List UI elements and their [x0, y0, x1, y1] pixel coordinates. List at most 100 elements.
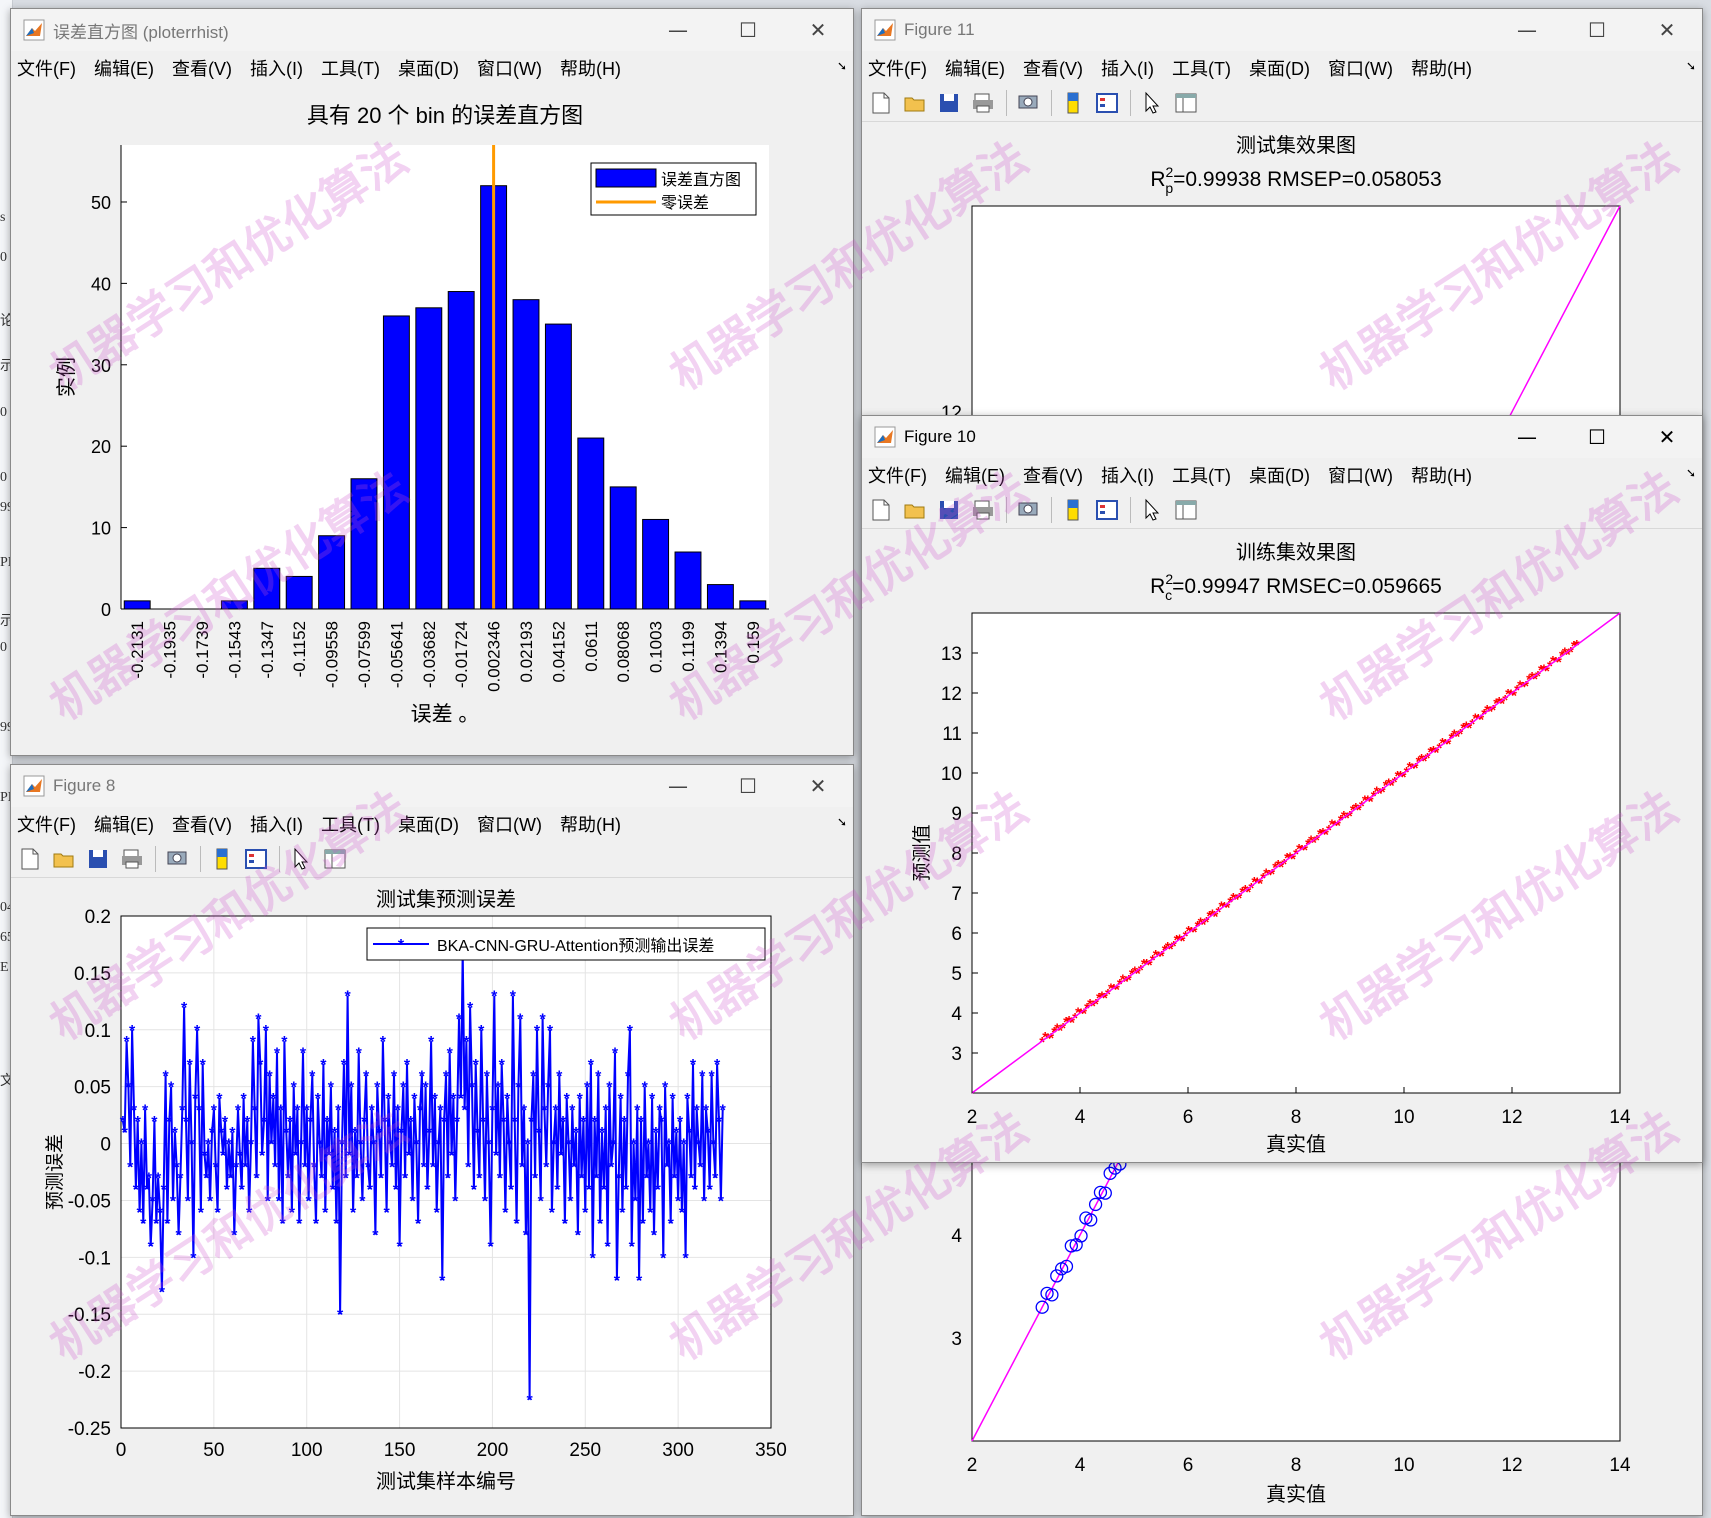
menu-item-7[interactable]: 帮助(H)	[1411, 462, 1472, 488]
menu-item-2[interactable]: 查看(V)	[172, 811, 232, 837]
colorbar-icon[interactable]	[1060, 90, 1086, 116]
x-tick-label: 10	[1393, 1455, 1414, 1476]
menu-item-0[interactable]: 文件(F)	[868, 462, 927, 488]
pointer-icon[interactable]	[1139, 497, 1165, 523]
menu-item-5[interactable]: 桌面(D)	[398, 55, 459, 81]
menu-item-6[interactable]: 窗口(W)	[1328, 55, 1393, 81]
menu-item-3[interactable]: 插入(I)	[250, 811, 303, 837]
menu-item-1[interactable]: 编辑(E)	[945, 55, 1005, 81]
x-tick-label: -0.1739	[193, 621, 212, 679]
menu-item-2[interactable]: 查看(V)	[172, 55, 232, 81]
menu-item-0[interactable]: 文件(F)	[17, 811, 76, 837]
title-bar[interactable]: Figure 8 — ☐ ✕	[11, 765, 853, 807]
minimize-button[interactable]: —	[1492, 9, 1562, 51]
menu-overflow-icon[interactable]: ➘	[1686, 466, 1696, 480]
legend-icon[interactable]	[243, 846, 269, 872]
menu-item-5[interactable]: 桌面(D)	[1249, 55, 1310, 81]
error-point: *	[250, 1034, 257, 1051]
minimize-button[interactable]: —	[1492, 416, 1562, 458]
error-histogram-window[interactable]: 误差直方图 (ploterrhist) — ☐ ✕ 文件(F) 编辑(E) 查看(V…	[10, 8, 854, 756]
print-preview-icon[interactable]	[1015, 497, 1041, 523]
print-icon[interactable]	[119, 846, 145, 872]
open-folder-icon[interactable]	[51, 846, 77, 872]
colorbar-icon[interactable]	[1060, 497, 1086, 523]
new-file-icon[interactable]	[868, 497, 894, 523]
property-editor-icon[interactable]	[1173, 90, 1199, 116]
error-point: *	[415, 1216, 422, 1233]
print-preview-icon[interactable]	[1015, 90, 1041, 116]
pointer-icon[interactable]	[1139, 90, 1165, 116]
error-point: *	[614, 1273, 621, 1290]
maximize-button[interactable]: ☐	[1562, 9, 1632, 51]
menu-item-3[interactable]: 插入(I)	[1101, 462, 1154, 488]
figure-toolbar	[11, 841, 853, 878]
close-button[interactable]: ✕	[783, 9, 853, 51]
menu-item-3[interactable]: 插入(I)	[1101, 55, 1154, 81]
menu-item-5[interactable]: 桌面(D)	[398, 811, 459, 837]
print-preview-icon[interactable]	[164, 846, 190, 872]
menu-item-0[interactable]: 文件(F)	[17, 55, 76, 81]
menu-overflow-icon[interactable]: ➘	[1686, 59, 1696, 73]
menu-item-7[interactable]: 帮助(H)	[1411, 55, 1472, 81]
menu-item-2[interactable]: 查看(V)	[1023, 55, 1083, 81]
print-icon[interactable]	[970, 90, 996, 116]
property-editor-icon[interactable]	[1173, 497, 1199, 523]
menu-item-6[interactable]: 窗口(W)	[477, 55, 542, 81]
minimize-button[interactable]: —	[643, 765, 713, 807]
menu-item-2[interactable]: 查看(V)	[1023, 462, 1083, 488]
toolbar-separator	[200, 846, 201, 872]
menu-item-6[interactable]: 窗口(W)	[1328, 462, 1393, 488]
error-point: *	[129, 1023, 136, 1040]
menu-item-3[interactable]: 插入(I)	[250, 55, 303, 81]
menu-item-7[interactable]: 帮助(H)	[560, 55, 621, 81]
menu-item-6[interactable]: 窗口(W)	[477, 811, 542, 837]
maximize-button[interactable]: ☐	[713, 765, 783, 807]
title-bar[interactable]: Figure 10 — ☐ ✕	[862, 416, 1702, 458]
error-point: *	[324, 1114, 331, 1131]
close-button[interactable]: ✕	[1632, 9, 1702, 51]
menu-item-5[interactable]: 桌面(D)	[1249, 462, 1310, 488]
save-icon[interactable]	[85, 846, 111, 872]
error-point: *	[318, 1171, 325, 1188]
menu-item-4[interactable]: 工具(T)	[321, 55, 380, 81]
pointer-icon[interactable]	[288, 846, 314, 872]
figure-10-window[interactable]: Figure 10 — ☐ ✕ 文件(F) 编辑(E) 查看(V) 插入(I) 工具(T…	[861, 415, 1703, 1163]
x-tick-label: 4	[1075, 1455, 1086, 1476]
close-button[interactable]: ✕	[1632, 416, 1702, 458]
open-folder-icon[interactable]	[902, 90, 928, 116]
x-tick-label: 2	[967, 1455, 978, 1476]
menu-overflow-icon[interactable]: ➘	[837, 59, 847, 73]
menu-item-4[interactable]: 工具(T)	[1172, 55, 1231, 81]
legend-swatch-marker: *	[398, 937, 405, 954]
error-point: *	[207, 1193, 214, 1210]
title-bar[interactable]: Figure 11 — ☐ ✕	[862, 9, 1702, 51]
error-point: *	[610, 1137, 617, 1154]
menu-item-1[interactable]: 编辑(E)	[94, 811, 154, 837]
error-point: *	[188, 1137, 195, 1154]
title-bar[interactable]: 误差直方图 (ploterrhist) — ☐ ✕	[11, 9, 853, 51]
maximize-button[interactable]: ☐	[1562, 416, 1632, 458]
menu-item-4[interactable]: 工具(T)	[321, 811, 380, 837]
menu-item-0[interactable]: 文件(F)	[868, 55, 927, 81]
legend-label: BKA-CNN-GRU-Attention预测输出误差	[437, 937, 714, 955]
legend-icon[interactable]	[1094, 497, 1120, 523]
menu-item-1[interactable]: 编辑(E)	[94, 55, 154, 81]
property-editor-icon[interactable]	[322, 846, 348, 872]
minimize-button[interactable]: —	[643, 9, 713, 51]
menu-overflow-icon[interactable]: ➘	[837, 815, 847, 829]
colorbar-icon[interactable]	[209, 846, 235, 872]
menu-item-1[interactable]: 编辑(E)	[945, 462, 1005, 488]
save-icon[interactable]	[936, 497, 962, 523]
save-icon[interactable]	[936, 90, 962, 116]
maximize-button[interactable]: ☐	[713, 9, 783, 51]
new-file-icon[interactable]	[868, 90, 894, 116]
print-icon[interactable]	[970, 497, 996, 523]
new-file-icon[interactable]	[17, 846, 43, 872]
menu-item-4[interactable]: 工具(T)	[1172, 462, 1231, 488]
error-point: *	[391, 1068, 398, 1085]
legend-icon[interactable]	[1094, 90, 1120, 116]
figure-8-window[interactable]: Figure 8 — ☐ ✕ 文件(F) 编辑(E) 查看(V) 插入(I) 工具(T)…	[10, 764, 854, 1516]
close-button[interactable]: ✕	[783, 765, 853, 807]
menu-item-7[interactable]: 帮助(H)	[560, 811, 621, 837]
open-folder-icon[interactable]	[902, 497, 928, 523]
